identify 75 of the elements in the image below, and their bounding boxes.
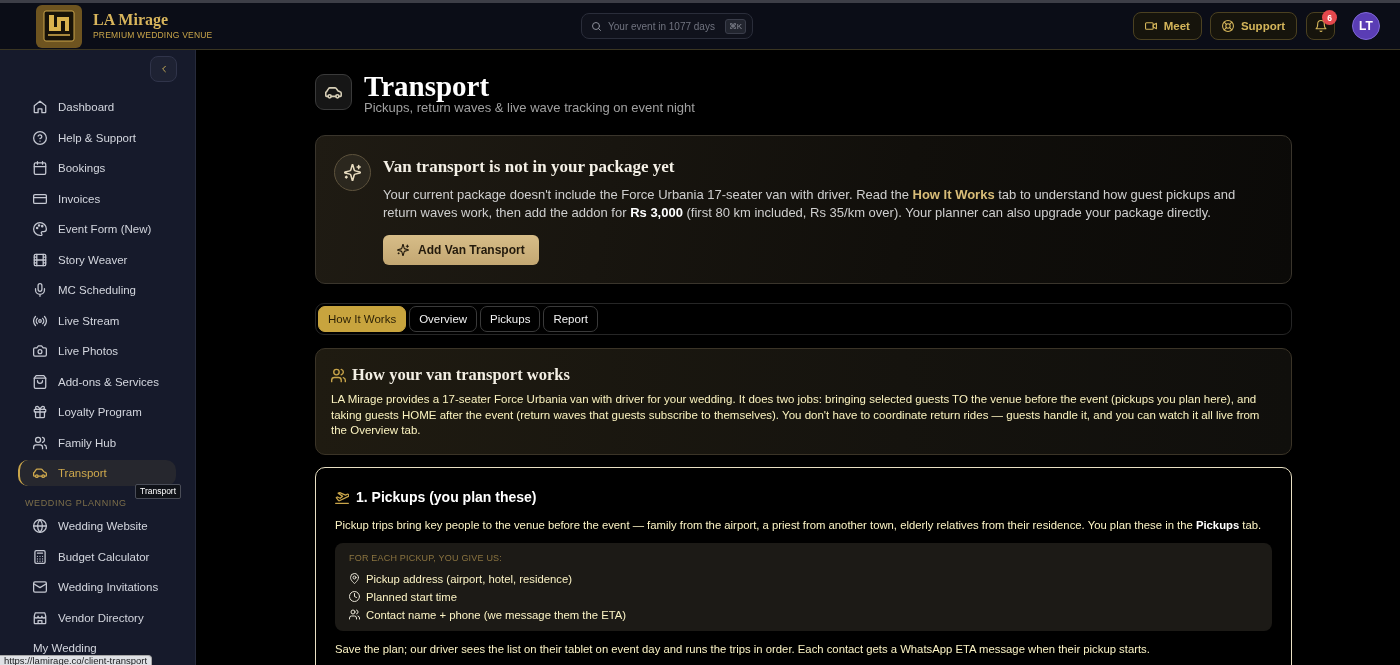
explainer-text: LA Mirage provides a 17-seater Force Urbania van with driver for your wedding. It does two jobs: bringing selected guests TO the venue before the event (pickups you plan here), and taking guests HOME after the event (return waves that guests subscribe to themselves). You don't have to coordinate return rides — guests handle it, and you can watch it all live from the Overview tab.	[331, 392, 1261, 438]
tooltip: Transport	[135, 484, 182, 499]
tab[interactable]: How It Works	[318, 306, 407, 332]
sidebar-item[interactable]: Wedding Invitations	[18, 574, 176, 600]
camera-icon	[33, 344, 47, 358]
checklist-item: Pickup address (airport, hotel, residence)	[366, 572, 572, 585]
clock-icon	[349, 591, 360, 602]
tab[interactable]: Pickups	[480, 306, 541, 332]
pickups-footer-text: Save the plan; our driver sees the list on their tablet on event day and runs the trips in order. Each contact gets a WhatsApp ETA message when their pickup starts.	[335, 641, 1151, 657]
globe-icon	[33, 519, 47, 533]
shortcut-hint: ⌘K	[724, 19, 746, 34]
car-icon	[315, 74, 352, 110]
sidebar-item[interactable]: Invoices	[18, 185, 176, 212]
support-icon	[1221, 20, 1234, 32]
plane-takeoff-icon	[335, 489, 349, 504]
sidebar-item[interactable]: Bookings	[18, 155, 176, 181]
sidebar-item[interactable]: Live Photos	[18, 338, 176, 364]
notice-text: Your current package doesn't include the Force Urbania 17-seater van with driver. Read the How It Works tab to understand how guest pickups and return waves work, then add the addon for Rs 3,000 (first 80 km included, Rs 35/km over). Your planner can also upgrade your package directly.	[383, 186, 1237, 222]
sidebar-item[interactable]: Vendor Directory	[18, 604, 176, 631]
explainer-title: How your van transport works	[352, 365, 570, 385]
people-icon	[349, 609, 360, 620]
logo-icon	[36, 4, 82, 48]
car-icon	[33, 466, 47, 480]
add-van-transport-button[interactable]: Add Van Transport	[383, 235, 539, 265]
sidebar-item[interactable]: Add-ons & Services	[18, 368, 176, 395]
link-url-tooltip: https://lamirage.co/client-transport	[0, 654, 153, 665]
sidebar-item[interactable]: Story Weaver	[18, 246, 176, 273]
sidebar-item[interactable]: Transport	[18, 460, 176, 486]
sidebar-item[interactable]: Live Stream	[18, 307, 176, 334]
checklist-item: Contact name + phone (we message them the ETA)	[366, 608, 627, 621]
calculator-icon	[33, 549, 47, 564]
location-pin-icon	[349, 573, 360, 584]
pickups-text: Pickup trips bring key people to the venue before the event — family from the airport, a priest from another town, elderly relatives from their residence. You plan these in the Pickups tab.	[335, 517, 1263, 533]
checklist-item: Planned start time	[366, 590, 458, 603]
credit-card-icon	[33, 191, 47, 206]
brand-tagline: PREMIUM WEDDING VENUE	[93, 30, 213, 41]
sidebar-item[interactable]: Family Hub	[18, 429, 176, 456]
collapse-button[interactable]	[150, 56, 177, 82]
people-icon	[331, 367, 346, 383]
broadcast-icon	[33, 313, 47, 328]
calendar-icon	[33, 161, 47, 175]
palette-icon	[33, 222, 47, 236]
pickups-title: 1. Pickups (you plan these)	[356, 488, 537, 505]
mail-icon	[33, 580, 47, 594]
notice-title: Van transport is not in your package yet	[383, 157, 675, 177]
shopping-bag-icon	[33, 374, 47, 389]
sidebar-item[interactable]: Dashboard	[18, 94, 176, 120]
meet-button[interactable]: Meet	[1132, 12, 1202, 40]
home-icon	[33, 100, 47, 114]
gift-icon	[33, 405, 47, 419]
tab[interactable]: Overview	[409, 306, 478, 332]
video-camera-icon	[1144, 20, 1157, 32]
sparkle-icon	[397, 244, 409, 256]
section-heading: WEDDING PLANNING	[25, 496, 127, 509]
microphone-icon	[33, 283, 47, 297]
notifications-button[interactable]: 6	[1306, 12, 1335, 40]
checklist-heading: FOR EACH PICKUP, YOU GIVE US:	[349, 551, 503, 564]
user-avatar[interactable]: LT	[1352, 12, 1380, 40]
sidebar-item[interactable]: Help & Support	[18, 124, 176, 151]
sparkle-icon	[334, 154, 371, 191]
help-icon	[33, 130, 47, 145]
sidebar-item[interactable]: Wedding Website	[18, 513, 176, 539]
tab[interactable]: Report	[543, 306, 598, 332]
sidebar-item[interactable]: Event Form (New)	[18, 216, 176, 242]
notification-badge: 6	[1322, 10, 1337, 25]
sidebar-item[interactable]: MC Scheduling	[18, 277, 176, 303]
film-icon	[33, 252, 47, 267]
bell-icon	[1314, 20, 1327, 32]
sidebar-item[interactable]: Loyalty Program	[18, 399, 176, 425]
search-icon	[591, 20, 602, 32]
support-button[interactable]: Support	[1209, 12, 1297, 40]
store-icon	[33, 610, 47, 625]
brand-name: LA Mirage	[93, 11, 170, 29]
sidebar-item[interactable]: Budget Calculator	[18, 543, 176, 570]
people-icon	[33, 435, 47, 450]
